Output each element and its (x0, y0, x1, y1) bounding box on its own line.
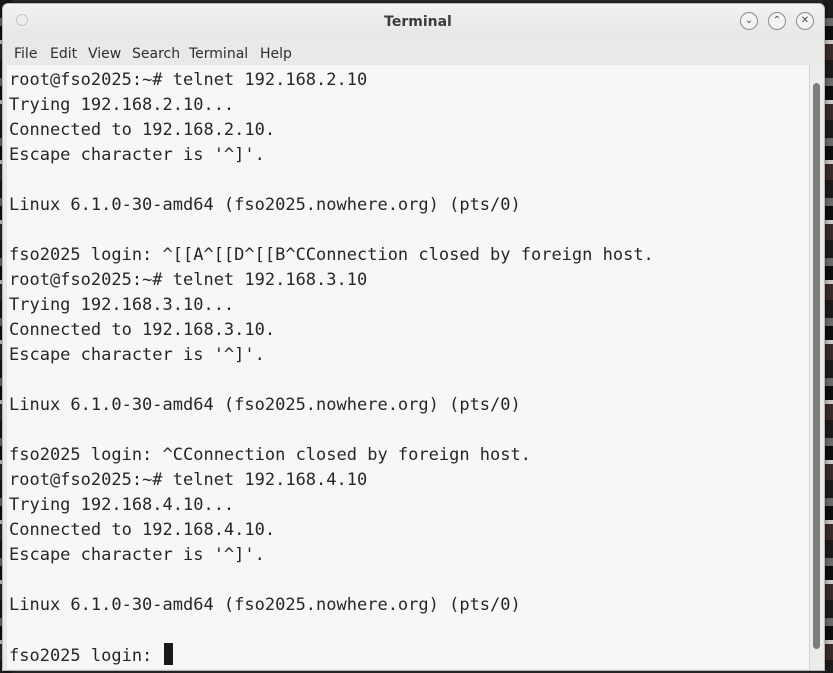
terminal-line: fso2025 login: ^[[A^[[D^[[B^CConnection … (9, 245, 654, 265)
menu-edit[interactable]: Edit (50, 46, 77, 62)
title-bar[interactable]: Terminal ⌄ ⌃ ✕ (3, 4, 824, 38)
terminal-line: root@fso2025:~# telnet 192.168.4.10 (9, 470, 368, 490)
close-button[interactable]: ✕ (796, 12, 814, 30)
terminal-window: Terminal ⌄ ⌃ ✕ File Edit View Search Ter… (2, 3, 825, 671)
terminal-line: Linux 6.1.0-30-amd64 (fso2025.nowhere.or… (9, 395, 521, 415)
terminal-line: Trying 192.168.2.10... (9, 95, 235, 115)
menu-file[interactable]: File (14, 46, 37, 62)
terminal-line: Connected to 192.168.3.10. (9, 320, 276, 340)
maximize-button[interactable]: ⌃ (768, 12, 786, 30)
terminal-lines: root@fso2025:~# telnet 192.168.2.10 Tryi… (9, 68, 654, 668)
terminal-line: Connected to 192.168.4.10. (9, 520, 276, 540)
login-prompt: fso2025 login: (9, 646, 163, 666)
menu-terminal[interactable]: Terminal (189, 46, 248, 62)
terminal-line: Linux 6.1.0-30-amd64 (fso2025.nowhere.or… (9, 595, 521, 615)
terminal-line: Escape character is '^]'. (9, 145, 265, 165)
scrollbar-thumb[interactable] (813, 83, 820, 649)
terminal-prompt-line[interactable]: fso2025 login: (9, 643, 654, 668)
window-title: Terminal (384, 14, 452, 30)
terminal-line: Trying 192.168.3.10... (9, 295, 235, 315)
terminal-line: root@fso2025:~# telnet 192.168.2.10 (9, 70, 368, 90)
vertical-scrollbar[interactable] (809, 65, 823, 669)
menu-search[interactable]: Search (132, 46, 180, 62)
minimize-button[interactable]: ⌄ (740, 12, 758, 30)
terminal-line: root@fso2025:~# telnet 192.168.3.10 (9, 270, 368, 290)
terminal-output[interactable]: root@fso2025:~# telnet 192.168.2.10 Tryi… (7, 65, 809, 669)
menu-bar: File Edit View Search Terminal Help (3, 40, 824, 64)
text-cursor (163, 643, 173, 665)
terminal-line: Connected to 192.168.2.10. (9, 120, 276, 140)
terminal-line: fso2025 login: ^CConnection closed by fo… (9, 445, 531, 465)
terminal-line: Trying 192.168.4.10... (9, 495, 235, 515)
menu-view[interactable]: View (88, 46, 121, 62)
terminal-line: Escape character is '^]'. (9, 345, 265, 365)
terminal-line: Escape character is '^]'. (9, 545, 265, 565)
terminal-line: Linux 6.1.0-30-amd64 (fso2025.nowhere.or… (9, 195, 521, 215)
menu-help[interactable]: Help (260, 46, 292, 62)
